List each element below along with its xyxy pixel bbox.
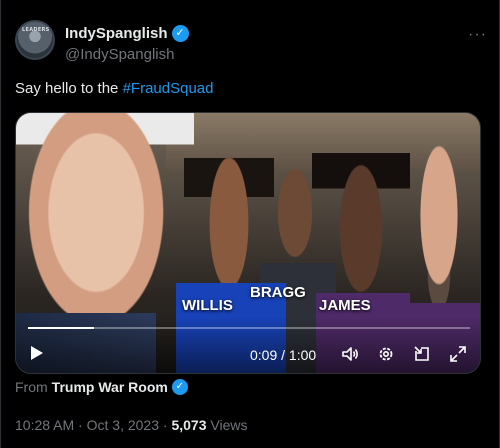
views-count: 5,073 [171,417,207,433]
tweet-header: LEADERS IndySpanglish ✓ @IndySpanglish ·… [15,20,487,68]
overlay-label-bragg: BRAGG [250,284,306,301]
progress-bar[interactable] [28,327,470,329]
views-label: Views [206,417,248,433]
progress-fill [28,327,95,329]
hashtag-link[interactable]: #FraudSquad [123,80,214,97]
from-label: From [15,379,48,395]
picture-in-picture-icon[interactable] [413,345,431,363]
verified-icon[interactable]: ✓ [171,379,188,395]
tweet-card: LEADERS IndySpanglish ✓ @IndySpanglish ·… [0,0,500,448]
handle[interactable]: @IndySpanglish [65,46,174,63]
play-icon[interactable] [30,345,44,361]
overlay-label-willis: WILLIS [182,297,233,314]
more-icon[interactable]: ··· [468,26,487,44]
video-player[interactable]: WILLIS BRAGG JAMES 0:09 / 1:00 [15,112,481,374]
name-row: IndySpanglish ✓ [65,25,189,42]
meta-separator: · [159,417,172,433]
tweet-meta: 10:28 AM · Oct 3, 2023 · 5,073 Views [15,417,247,433]
volume-icon[interactable] [341,345,359,363]
video-controls: 0:09 / 1:00 [16,317,480,373]
verified-icon[interactable]: ✓ [171,25,189,42]
display-name[interactable]: IndySpanglish [65,25,168,42]
tweet-text: Say hello to the #FraudSquad [15,80,213,97]
meta-separator: · [74,417,87,433]
fullscreen-icon[interactable] [449,345,467,363]
settings-icon[interactable] [377,345,395,363]
avatar-caption: LEADERS [22,27,50,33]
video-time: 0:09 / 1:00 [250,347,317,363]
media-source: From Trump War Room ✓ [15,379,188,395]
avatar[interactable]: LEADERS [15,20,55,60]
overlay-label-james: JAMES [319,297,371,314]
source-account-link[interactable]: Trump War Room [52,379,168,395]
tweet-date[interactable]: Oct 3, 2023 [87,417,159,433]
tweet-time[interactable]: 10:28 AM [15,417,74,433]
tweet-text-prefix: Say hello to the [15,80,123,97]
